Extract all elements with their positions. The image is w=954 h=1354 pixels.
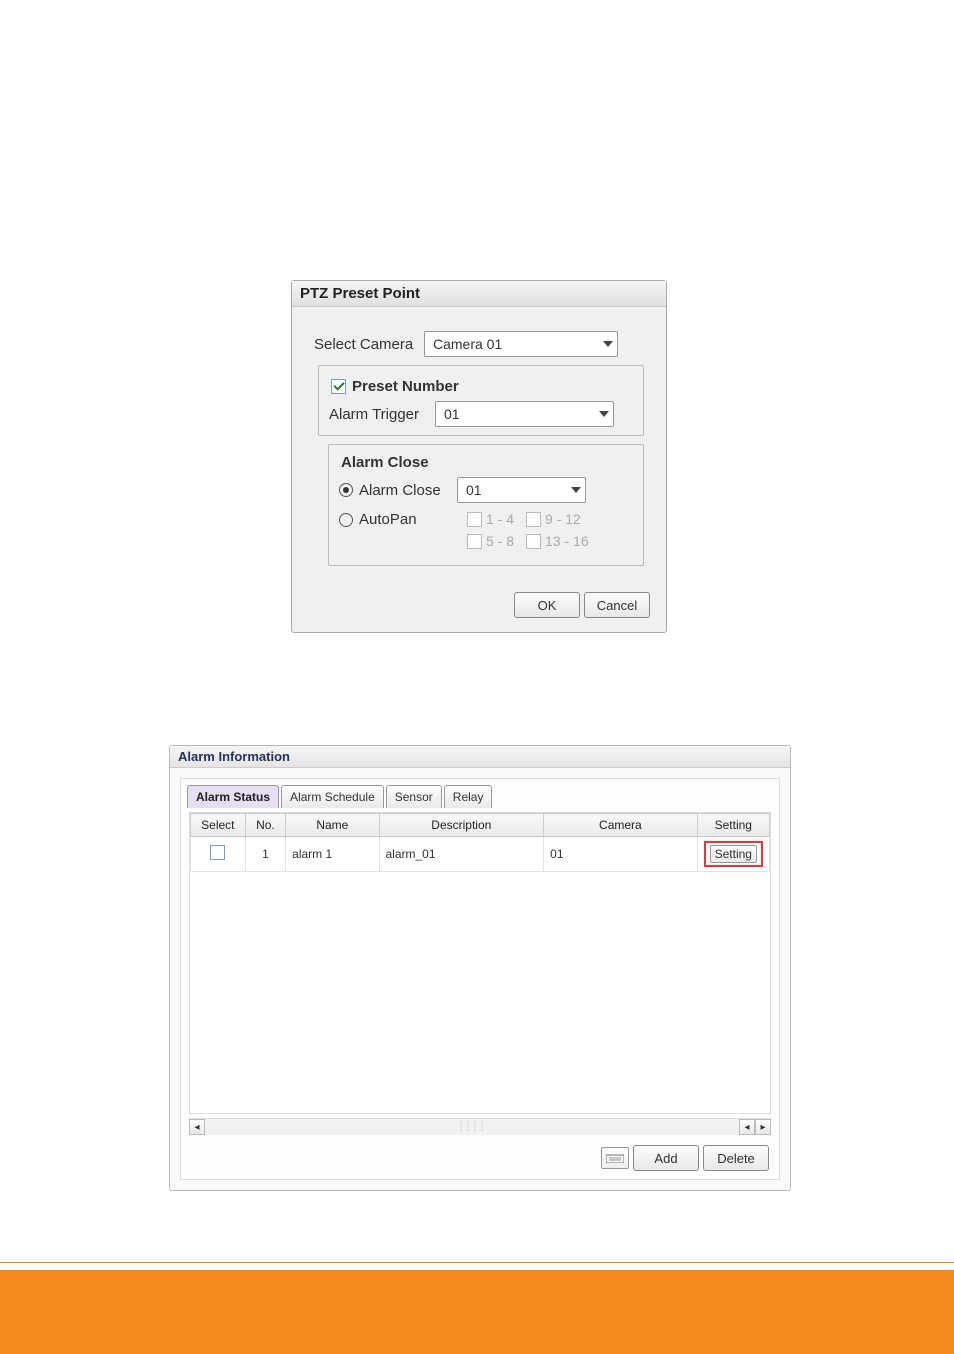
row-select-checkbox[interactable] [210, 845, 225, 860]
autopan-option-label: 5 - 8 [486, 533, 514, 549]
scroll-right-icon[interactable]: ▸ [755, 1119, 771, 1135]
delete-button[interactable]: Delete [703, 1145, 769, 1171]
autopan-check-1-4[interactable] [467, 512, 482, 527]
alarm-table: Select No. Name Description Camera Setti… [190, 813, 770, 872]
row-no: 1 [245, 837, 286, 872]
autopan-check-5-8[interactable] [467, 534, 482, 549]
row-setting-button[interactable]: Setting [710, 845, 757, 863]
col-setting[interactable]: Setting [697, 814, 769, 837]
preset-number-group: Preset Number Alarm Trigger 01 [318, 365, 644, 436]
preset-number-checkbox[interactable] [331, 379, 346, 394]
alarm-close-radio[interactable] [339, 483, 353, 497]
preset-number-label: Preset Number [352, 378, 459, 395]
row-setting-highlight: Setting [704, 841, 763, 867]
alarm-close-dropdown[interactable]: 01 [457, 477, 586, 503]
alarm-trigger-dropdown[interactable]: 01 [435, 401, 614, 427]
alarm-close-value: 01 [466, 482, 482, 498]
select-camera-value: Camera 01 [433, 336, 502, 352]
col-name[interactable]: Name [286, 814, 379, 837]
alarm-info-title: Alarm Information [170, 746, 790, 768]
alarm-tabs: Alarm Status Alarm Schedule Sensor Relay [181, 779, 779, 808]
tab-alarm-schedule[interactable]: Alarm Schedule [281, 785, 384, 808]
horizontal-scrollbar[interactable]: ◂ ┆┆┆┆ ◂ ▸ [189, 1118, 771, 1135]
scroll-grip-icon: ┆┆┆┆ [458, 1122, 486, 1133]
alarm-trigger-value: 01 [444, 406, 460, 422]
alarm-info-panel: Alarm Information Alarm Status Alarm Sch… [169, 745, 791, 1191]
autopan-check-13-16[interactable] [526, 534, 541, 549]
autopan-options: 1 - 4 9 - 12 5 - 8 13 - 16 [467, 511, 589, 549]
chevron-down-icon [571, 487, 581, 493]
alarm-table-wrap: Select No. Name Description Camera Setti… [189, 812, 771, 1114]
chevron-down-icon [603, 341, 613, 347]
autopan-option-label: 1 - 4 [486, 511, 514, 527]
ptz-preset-dialog: PTZ Preset Point Select Camera Camera 01… [291, 280, 667, 633]
cancel-button[interactable]: Cancel [584, 592, 650, 618]
alarm-close-group-label: Alarm Close [341, 454, 429, 471]
footer-band [0, 1270, 954, 1354]
ptz-dialog-body: Select Camera Camera 01 Preset Number Al… [292, 307, 666, 592]
row-name: alarm 1 [286, 837, 379, 872]
table-row[interactable]: 1 alarm 1 alarm_01 01 Setting [191, 837, 770, 872]
keyboard-icon[interactable] [601, 1147, 629, 1169]
row-desc: alarm_01 [379, 837, 544, 872]
col-no[interactable]: No. [245, 814, 286, 837]
add-button[interactable]: Add [633, 1145, 699, 1171]
alarm-close-group: Alarm Close Alarm Close 01 AutoP [328, 444, 644, 566]
alarm-trigger-label: Alarm Trigger [329, 406, 435, 423]
alarm-close-radio-label: Alarm Close [359, 482, 441, 499]
row-camera: 01 [544, 837, 697, 872]
select-camera-label: Select Camera [314, 336, 424, 353]
tab-relay[interactable]: Relay [444, 785, 493, 808]
autopan-check-9-12[interactable] [526, 512, 541, 527]
chevron-down-icon [599, 411, 609, 417]
ok-button[interactable]: OK [514, 592, 580, 618]
ptz-dialog-title: PTZ Preset Point [292, 281, 666, 307]
col-camera[interactable]: Camera [544, 814, 697, 837]
select-camera-dropdown[interactable]: Camera 01 [424, 331, 618, 357]
tab-sensor[interactable]: Sensor [386, 785, 442, 808]
autopan-option-label: 9 - 12 [545, 511, 581, 527]
autopan-option-label: 13 - 16 [545, 533, 589, 549]
scroll-left2-icon[interactable]: ◂ [739, 1119, 755, 1135]
autopan-radio-label: AutoPan [359, 511, 417, 528]
tab-alarm-status[interactable]: Alarm Status [187, 785, 279, 808]
col-desc[interactable]: Description [379, 814, 544, 837]
autopan-radio[interactable] [339, 513, 353, 527]
col-select[interactable]: Select [191, 814, 246, 837]
scroll-left-icon[interactable]: ◂ [189, 1119, 205, 1135]
